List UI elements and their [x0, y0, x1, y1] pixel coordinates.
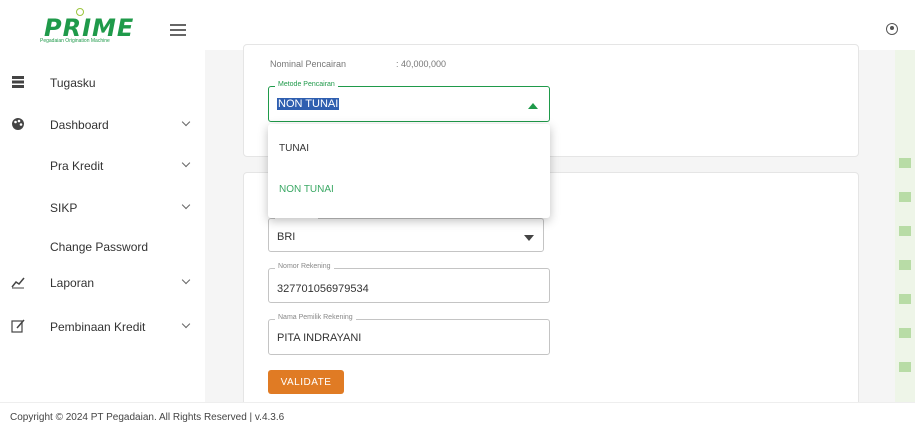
- prime-logo[interactable]: PRIME Pegadaian Origination Machine: [40, 8, 133, 46]
- top-bar: PRIME Pegadaian Origination Machine: [0, 0, 915, 50]
- sidebar-item-label: Tugasku: [50, 76, 96, 90]
- chevron-down-icon: [181, 200, 191, 210]
- sidebar-item-label: Dashboard: [50, 118, 109, 132]
- nomor-rekening-field[interactable]: Nomor Rekening 327701056979534: [268, 263, 550, 303]
- logo-subtitle: Pegadaian Origination Machine: [40, 38, 110, 44]
- menu-item-non-tunai[interactable]: NON TUNAI: [268, 172, 550, 208]
- chevron-down-icon: [181, 158, 191, 168]
- user-circle-icon[interactable]: [886, 23, 898, 35]
- palette-icon: [11, 117, 25, 131]
- metode-pencairan-select[interactable]: Metode Pencairan NON TUNAI: [268, 81, 550, 122]
- sidebar-item-tugasku[interactable]: Tugasku: [0, 67, 205, 97]
- sidebar-item-pra-kredit[interactable]: Pra Kredit: [0, 150, 205, 180]
- sidebar-item-label: Pra Kredit: [50, 159, 104, 173]
- caret-up-icon: [528, 103, 538, 109]
- chevron-down-icon: [181, 275, 191, 285]
- chevron-down-icon: [181, 319, 191, 329]
- rekening-value: 327701056979534: [277, 283, 369, 295]
- pemilik-value: PITA INDRAYANI: [277, 332, 362, 344]
- sidebar-item-change-password[interactable]: Change Password: [0, 231, 205, 261]
- sidebar-item-label: Pembinaan Kredit: [50, 320, 146, 334]
- copyright-text: Copyright © 2024 PT Pegadaian. All Right…: [10, 412, 285, 423]
- footer: Copyright © 2024 PT Pegadaian. All Right…: [0, 402, 915, 430]
- task-list-icon: [11, 75, 25, 89]
- menu-item-tunai[interactable]: TUNAI: [268, 131, 550, 167]
- menu-item-label: NON TUNAI: [279, 184, 334, 195]
- sidebar-item-sikp[interactable]: SIKP: [0, 192, 205, 222]
- sidebar-item-label: Laporan: [50, 276, 95, 290]
- sidebar-item-label: SIKP: [50, 201, 78, 215]
- edit-icon: [11, 319, 25, 333]
- menu-item-label: TUNAI: [279, 143, 309, 154]
- metode-dropdown-menu: TUNAI NON TUNAI: [268, 124, 550, 218]
- sidebar: Tugasku Dashboard Pra Kredit SIKP Change…: [0, 50, 205, 402]
- sidebar-item-label: Change Password: [50, 240, 149, 254]
- side-decoration: [895, 50, 915, 402]
- bank-value: BRI: [277, 231, 296, 243]
- nominal-value: : 40,000,000: [396, 59, 447, 69]
- field-legend: Nama Pemilik Rekening: [275, 314, 356, 321]
- nominal-label: Nominal Pencairan: [270, 59, 347, 69]
- sidebar-item-laporan[interactable]: Laporan: [0, 267, 205, 297]
- nama-bank-select[interactable]: Nama Bank BRI: [268, 213, 544, 252]
- sidebar-item-dashboard[interactable]: Dashboard: [0, 109, 205, 139]
- nama-pemilik-field[interactable]: Nama Pemilik Rekening PITA INDRAYANI: [268, 314, 550, 355]
- caret-down-icon: [524, 235, 534, 241]
- sidebar-item-pembinaan-kredit[interactable]: Pembinaan Kredit: [0, 311, 205, 341]
- trending-chart-icon: [11, 275, 25, 289]
- field-legend: Metode Pencairan: [275, 81, 338, 88]
- selected-value: NON TUNAI: [277, 98, 340, 110]
- field-legend: Nomor Rekening: [275, 263, 334, 270]
- menu-icon[interactable]: [170, 24, 186, 37]
- validate-button[interactable]: VALIDATE: [268, 370, 344, 394]
- chevron-down-icon: [181, 117, 191, 127]
